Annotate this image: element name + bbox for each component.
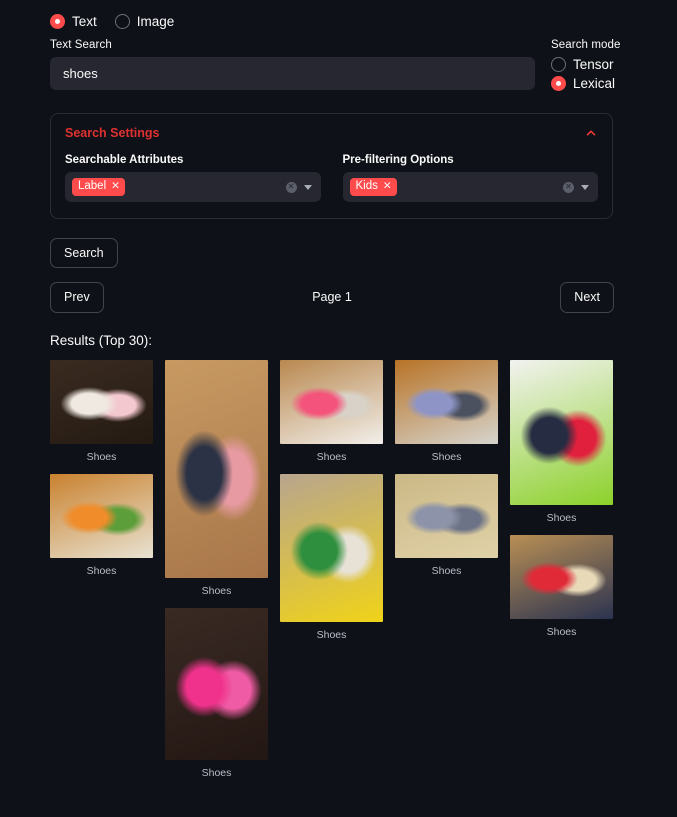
search-settings-panel: Search Settings Searchable Attributes La… xyxy=(50,113,613,219)
searchable-attributes-group: Searchable Attributes Label ✕ ✕ xyxy=(65,154,321,202)
searchable-attributes-controls: ✕ xyxy=(285,181,314,193)
result-caption: Shoes xyxy=(546,625,577,638)
result-caption: Shoes xyxy=(86,564,117,577)
search-mode-label: Search mode xyxy=(551,39,621,51)
source-type-radio-group[interactable]: Text Image xyxy=(14,0,663,39)
result-item[interactable]: Shoes xyxy=(50,473,153,577)
result-caption: Shoes xyxy=(431,564,462,577)
search-input[interactable] xyxy=(50,57,535,90)
results-column-4: Shoes Shoes xyxy=(395,359,498,790)
results-column-5: Shoes Shoes xyxy=(510,359,613,790)
result-image[interactable] xyxy=(395,359,498,444)
radio-dot-tensor xyxy=(551,57,566,72)
radio-label-tensor: Tensor xyxy=(573,57,614,72)
result-image[interactable] xyxy=(280,359,383,444)
prefiltering-options-controls: ✕ xyxy=(563,181,591,193)
radio-label-lexical: Lexical xyxy=(573,76,616,91)
result-caption: Shoes xyxy=(86,450,117,463)
radio-label-image: Image xyxy=(136,14,175,29)
prefiltering-options-multiselect[interactable]: Kids ✕ ✕ xyxy=(342,172,598,202)
clear-circle-icon[interactable]: ✕ xyxy=(285,181,297,193)
result-caption: Shoes xyxy=(546,511,577,524)
result-caption: Shoes xyxy=(316,450,347,463)
chip-text: Label xyxy=(78,179,107,192)
results-grid: Shoes Shoes Shoes Shoes Shoes Shoes Shoes Shoes… xyxy=(50,359,613,790)
search-button-row: Search xyxy=(50,238,663,269)
result-image[interactable] xyxy=(510,534,613,619)
search-section: Text Search Search mode Tensor Lexical xyxy=(14,39,663,91)
chip-remove-icon[interactable]: ✕ xyxy=(383,180,392,193)
next-button[interactable]: Next xyxy=(560,282,614,313)
result-item[interactable]: Shoes xyxy=(50,359,153,463)
radio-option-text[interactable]: Text xyxy=(50,14,97,29)
prefiltering-options-label: Pre-filtering Options xyxy=(342,154,454,166)
radio-option-image[interactable]: Image xyxy=(114,14,175,29)
result-image[interactable] xyxy=(280,473,383,622)
search-mode-radio-group[interactable]: Tensor Lexical xyxy=(551,57,663,91)
chip-text: Kids xyxy=(355,179,378,192)
result-item[interactable]: Shoes xyxy=(395,359,498,463)
searchable-attributes-chips: Label ✕ xyxy=(72,177,280,197)
result-item[interactable]: Shoes xyxy=(280,473,383,641)
text-search-group: Text Search xyxy=(50,39,535,91)
result-item[interactable]: Shoes xyxy=(510,534,613,638)
result-image[interactable] xyxy=(165,359,268,578)
chip-remove-icon[interactable]: ✕ xyxy=(111,180,120,193)
radio-dot-image xyxy=(114,14,130,29)
result-item[interactable]: Shoes xyxy=(165,359,268,597)
result-caption: Shoes xyxy=(201,766,232,779)
search-settings-title: Search Settings xyxy=(65,126,160,140)
page-indicator: Page 1 xyxy=(312,290,352,305)
chip-kids[interactable]: Kids ✕ xyxy=(349,177,397,197)
result-image[interactable] xyxy=(395,473,498,558)
prev-button[interactable]: Prev xyxy=(50,282,104,313)
prefiltering-options-chips: Kids ✕ xyxy=(349,177,558,197)
chevron-up-icon[interactable] xyxy=(584,126,598,140)
caret-down-icon[interactable] xyxy=(581,184,589,190)
result-image[interactable] xyxy=(50,359,153,444)
result-item[interactable]: Shoes xyxy=(395,473,498,577)
result-item[interactable]: Shoes xyxy=(510,359,613,524)
chip-label[interactable]: Label ✕ xyxy=(72,177,125,197)
results-column-2: Shoes Shoes xyxy=(165,359,268,790)
app-root: Text Image Text Search Search mode Tenso… xyxy=(0,0,677,790)
searchable-attributes-label: Searchable Attributes xyxy=(65,154,184,166)
search-button[interactable]: Search xyxy=(50,238,118,269)
radio-option-tensor[interactable]: Tensor xyxy=(551,57,663,72)
result-caption: Shoes xyxy=(431,450,462,463)
text-search-label: Text Search xyxy=(50,39,112,51)
result-caption: Shoes xyxy=(316,628,347,641)
result-caption: Shoes xyxy=(201,584,232,597)
caret-down-icon[interactable] xyxy=(303,184,312,190)
search-settings-header[interactable]: Search Settings xyxy=(65,126,598,140)
pagination-bar: Prev Page 1 Next xyxy=(50,282,614,313)
radio-dot-lexical xyxy=(551,76,566,91)
results-column-1: Shoes Shoes xyxy=(50,359,153,790)
search-mode-group: Search mode Tensor Lexical xyxy=(551,39,663,91)
prefiltering-options-group: Pre-filtering Options Kids ✕ ✕ xyxy=(342,154,598,202)
clear-circle-icon[interactable]: ✕ xyxy=(563,181,574,193)
radio-label-text: Text xyxy=(72,14,97,29)
search-settings-body: Searchable Attributes Label ✕ ✕ Pre-filt… xyxy=(65,154,598,202)
result-image[interactable] xyxy=(510,359,613,505)
result-image[interactable] xyxy=(50,473,153,558)
result-item[interactable]: Shoes xyxy=(280,359,383,463)
results-heading: Results (Top 30): xyxy=(50,332,153,348)
searchable-attributes-multiselect[interactable]: Label ✕ ✕ xyxy=(65,172,321,202)
result-item-wide[interactable]: Shoes xyxy=(165,607,268,779)
result-image[interactable] xyxy=(165,607,268,760)
radio-option-lexical[interactable]: Lexical xyxy=(551,76,663,91)
radio-dot-text xyxy=(50,14,65,29)
results-column-3: Shoes Shoes xyxy=(280,359,383,790)
